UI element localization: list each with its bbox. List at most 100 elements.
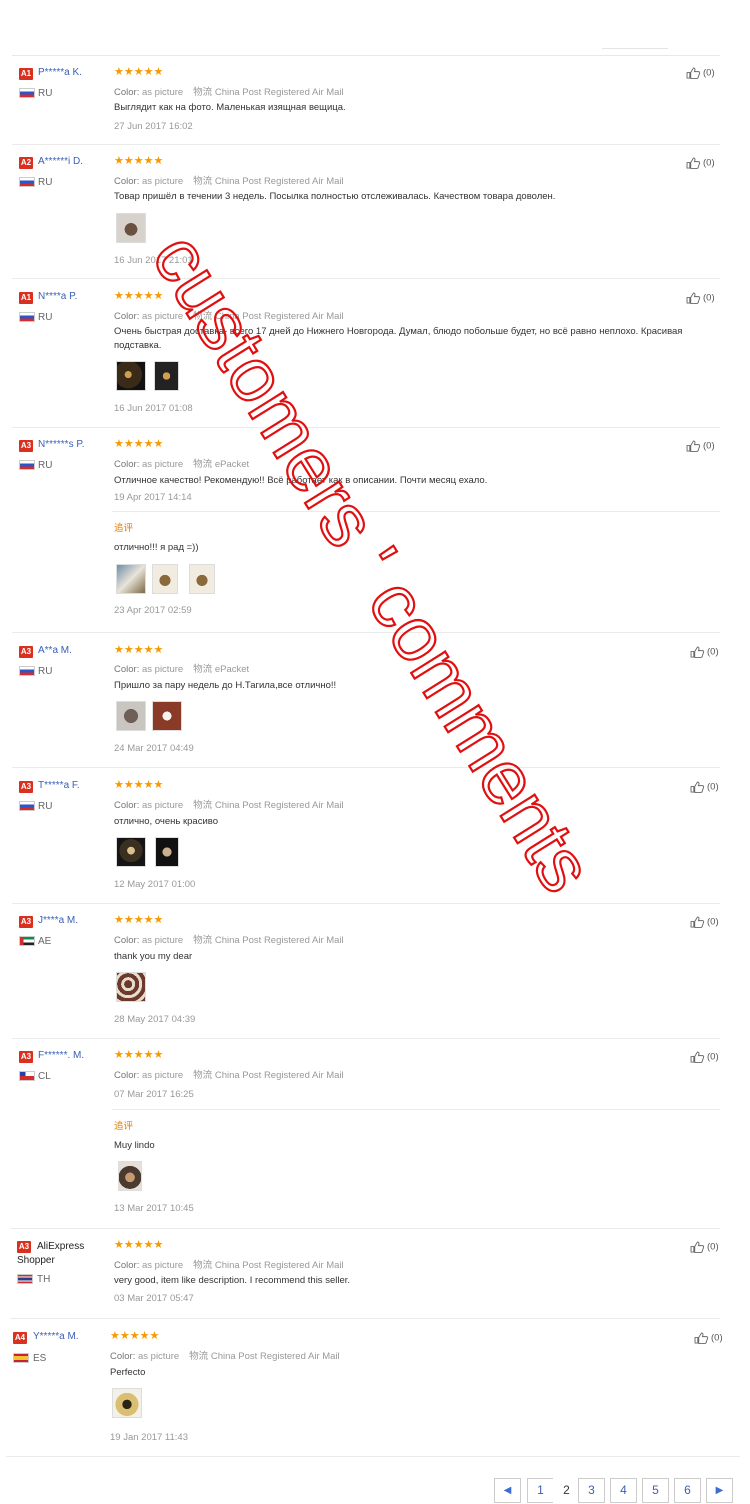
thumbs-up-icon	[690, 1051, 705, 1063]
country-flag-icon	[19, 666, 35, 676]
review-photo[interactable]	[112, 1388, 142, 1418]
review-photo[interactable]	[155, 837, 179, 867]
country-code: CL	[38, 1071, 51, 1082]
review-photo[interactable]	[116, 837, 146, 867]
country-flag-icon	[19, 312, 35, 322]
review-meta: Color: as picture 物流 China Post Registere…	[114, 935, 344, 946]
review-meta: Color: as picture 物流 ePacket	[114, 664, 250, 675]
review-date: 13 Mar 2017 10:45	[114, 1203, 194, 1214]
page-button[interactable]: 3	[578, 1478, 605, 1503]
reviewer-name[interactable]: F******. M.	[38, 1050, 84, 1061]
review-photo[interactable]	[118, 1161, 142, 1191]
followup-text: отлично!!! я рад =))	[114, 542, 199, 553]
thumbs-up-icon	[686, 67, 701, 79]
helpful-button[interactable]: (0)	[690, 916, 719, 928]
country-code: RU	[38, 312, 53, 323]
next-page-button[interactable]: ▶	[706, 1478, 733, 1503]
reviewer-name[interactable]: N****a P.	[38, 291, 77, 302]
divider	[12, 767, 720, 768]
level-badge: A3	[19, 1051, 33, 1063]
reviewer-name[interactable]: T*****a F.	[38, 780, 80, 791]
review-photo[interactable]	[116, 361, 146, 391]
review-text: Выглядит как на фото. Маленькая изящная …	[114, 102, 346, 113]
thumbs-up-icon	[690, 781, 705, 793]
divider	[12, 632, 720, 633]
country-code: ES	[33, 1353, 47, 1364]
helpful-button[interactable]: (0)	[686, 440, 715, 452]
page-button[interactable]: 1	[527, 1478, 554, 1503]
divider	[10, 1318, 720, 1319]
thumbs-up-icon	[694, 1332, 709, 1344]
country-code: RU	[38, 666, 53, 677]
country-code: AE	[38, 936, 52, 947]
helpful-button[interactable]: (0)	[686, 292, 715, 304]
helpful-button[interactable]: (0)	[694, 1332, 723, 1344]
review-meta: Color: as picture 物流 China Post Registere…	[114, 1260, 344, 1271]
reviewer-name[interactable]: A******i D.	[38, 156, 83, 167]
reviewer-name[interactable]: J****a M.	[38, 915, 78, 926]
level-badge: A4	[13, 1332, 27, 1344]
review-text: Очень быстрая доставка- всего 17 дней до…	[114, 326, 683, 351]
divider	[12, 278, 720, 279]
review-date: 27 Jun 2017 16:02	[114, 121, 193, 132]
country-code: RU	[38, 88, 53, 99]
review-photo[interactable]	[116, 213, 146, 243]
country-code: RU	[38, 177, 53, 188]
reviewer-name[interactable]: Y*****a M.	[33, 1331, 79, 1342]
review-photo[interactable]	[116, 564, 146, 594]
review-photo[interactable]	[189, 564, 215, 594]
reviewer-name[interactable]: A**a M.	[38, 645, 72, 656]
helpful-button[interactable]: (0)	[686, 157, 715, 169]
review-date: 16 Jun 2017 01:08	[114, 403, 193, 414]
review-photo[interactable]	[152, 564, 178, 594]
review-text: Perfecto	[110, 1367, 146, 1378]
helpful-button[interactable]: (0)	[686, 67, 715, 79]
country-flag-icon	[19, 177, 35, 187]
reviewer-name[interactable]: N******s P.	[38, 439, 85, 450]
country-flag-icon	[19, 936, 35, 946]
current-page: 2	[553, 1478, 580, 1503]
reviewer-name[interactable]: P*****a K.	[38, 67, 82, 78]
review-date: 16 Jun 2017 21:01	[114, 255, 193, 266]
divider	[12, 1038, 720, 1039]
review-text: Отличное качество! Рекомендую!! Всё рабо…	[114, 475, 488, 486]
reviewer-name[interactable]: AliExpress Shopper	[17, 1240, 95, 1268]
review-date: 03 Mar 2017 05:47	[114, 1293, 194, 1304]
star-rating: ★★★★★	[110, 1330, 160, 1342]
star-rating: ★★★★★	[114, 644, 164, 656]
page-button[interactable]: 5	[642, 1478, 669, 1503]
review-photo[interactable]	[154, 361, 179, 391]
star-rating: ★★★★★	[114, 914, 164, 926]
review-meta: Color: as picture 物流 China Post Registere…	[114, 87, 344, 98]
helpful-button[interactable]: (0)	[690, 1051, 719, 1063]
country-code: TH	[37, 1274, 51, 1285]
level-badge: A3	[19, 916, 33, 928]
country-flag-icon	[19, 1071, 35, 1081]
country-code: RU	[38, 460, 53, 471]
helpful-button[interactable]: (0)	[690, 1241, 719, 1253]
review-photo[interactable]	[152, 701, 182, 731]
review-meta: Color: as picture 物流 China Post Registere…	[110, 1351, 340, 1362]
thumbs-up-icon	[690, 1241, 705, 1253]
page-button[interactable]: 4	[610, 1478, 637, 1503]
divider	[12, 144, 720, 145]
helpful-button[interactable]: (0)	[690, 781, 719, 793]
review-meta: Color: as picture 物流 China Post Registere…	[114, 800, 344, 811]
divider	[112, 511, 720, 512]
star-rating: ★★★★★	[114, 1239, 164, 1251]
review-date: 28 May 2017 04:39	[114, 1014, 196, 1025]
review-photo[interactable]	[116, 972, 146, 1002]
level-badge: A2	[19, 157, 33, 169]
review-photo[interactable]	[116, 701, 146, 731]
review-text: Товар пришёл в течении 3 недель. Посылка…	[114, 191, 556, 202]
thumbs-up-icon	[690, 916, 705, 928]
level-badge: A3	[19, 646, 33, 658]
review-text: отлично, очень красиво	[114, 816, 218, 827]
helpful-button[interactable]: (0)	[690, 646, 719, 658]
review-meta: Color: as picture 物流 ePacket	[114, 459, 250, 470]
level-badge: A3	[19, 440, 33, 452]
divider	[602, 48, 668, 49]
prev-page-button[interactable]: ◀	[494, 1478, 521, 1503]
star-rating: ★★★★★	[114, 290, 164, 302]
page-button[interactable]: 6	[674, 1478, 701, 1503]
